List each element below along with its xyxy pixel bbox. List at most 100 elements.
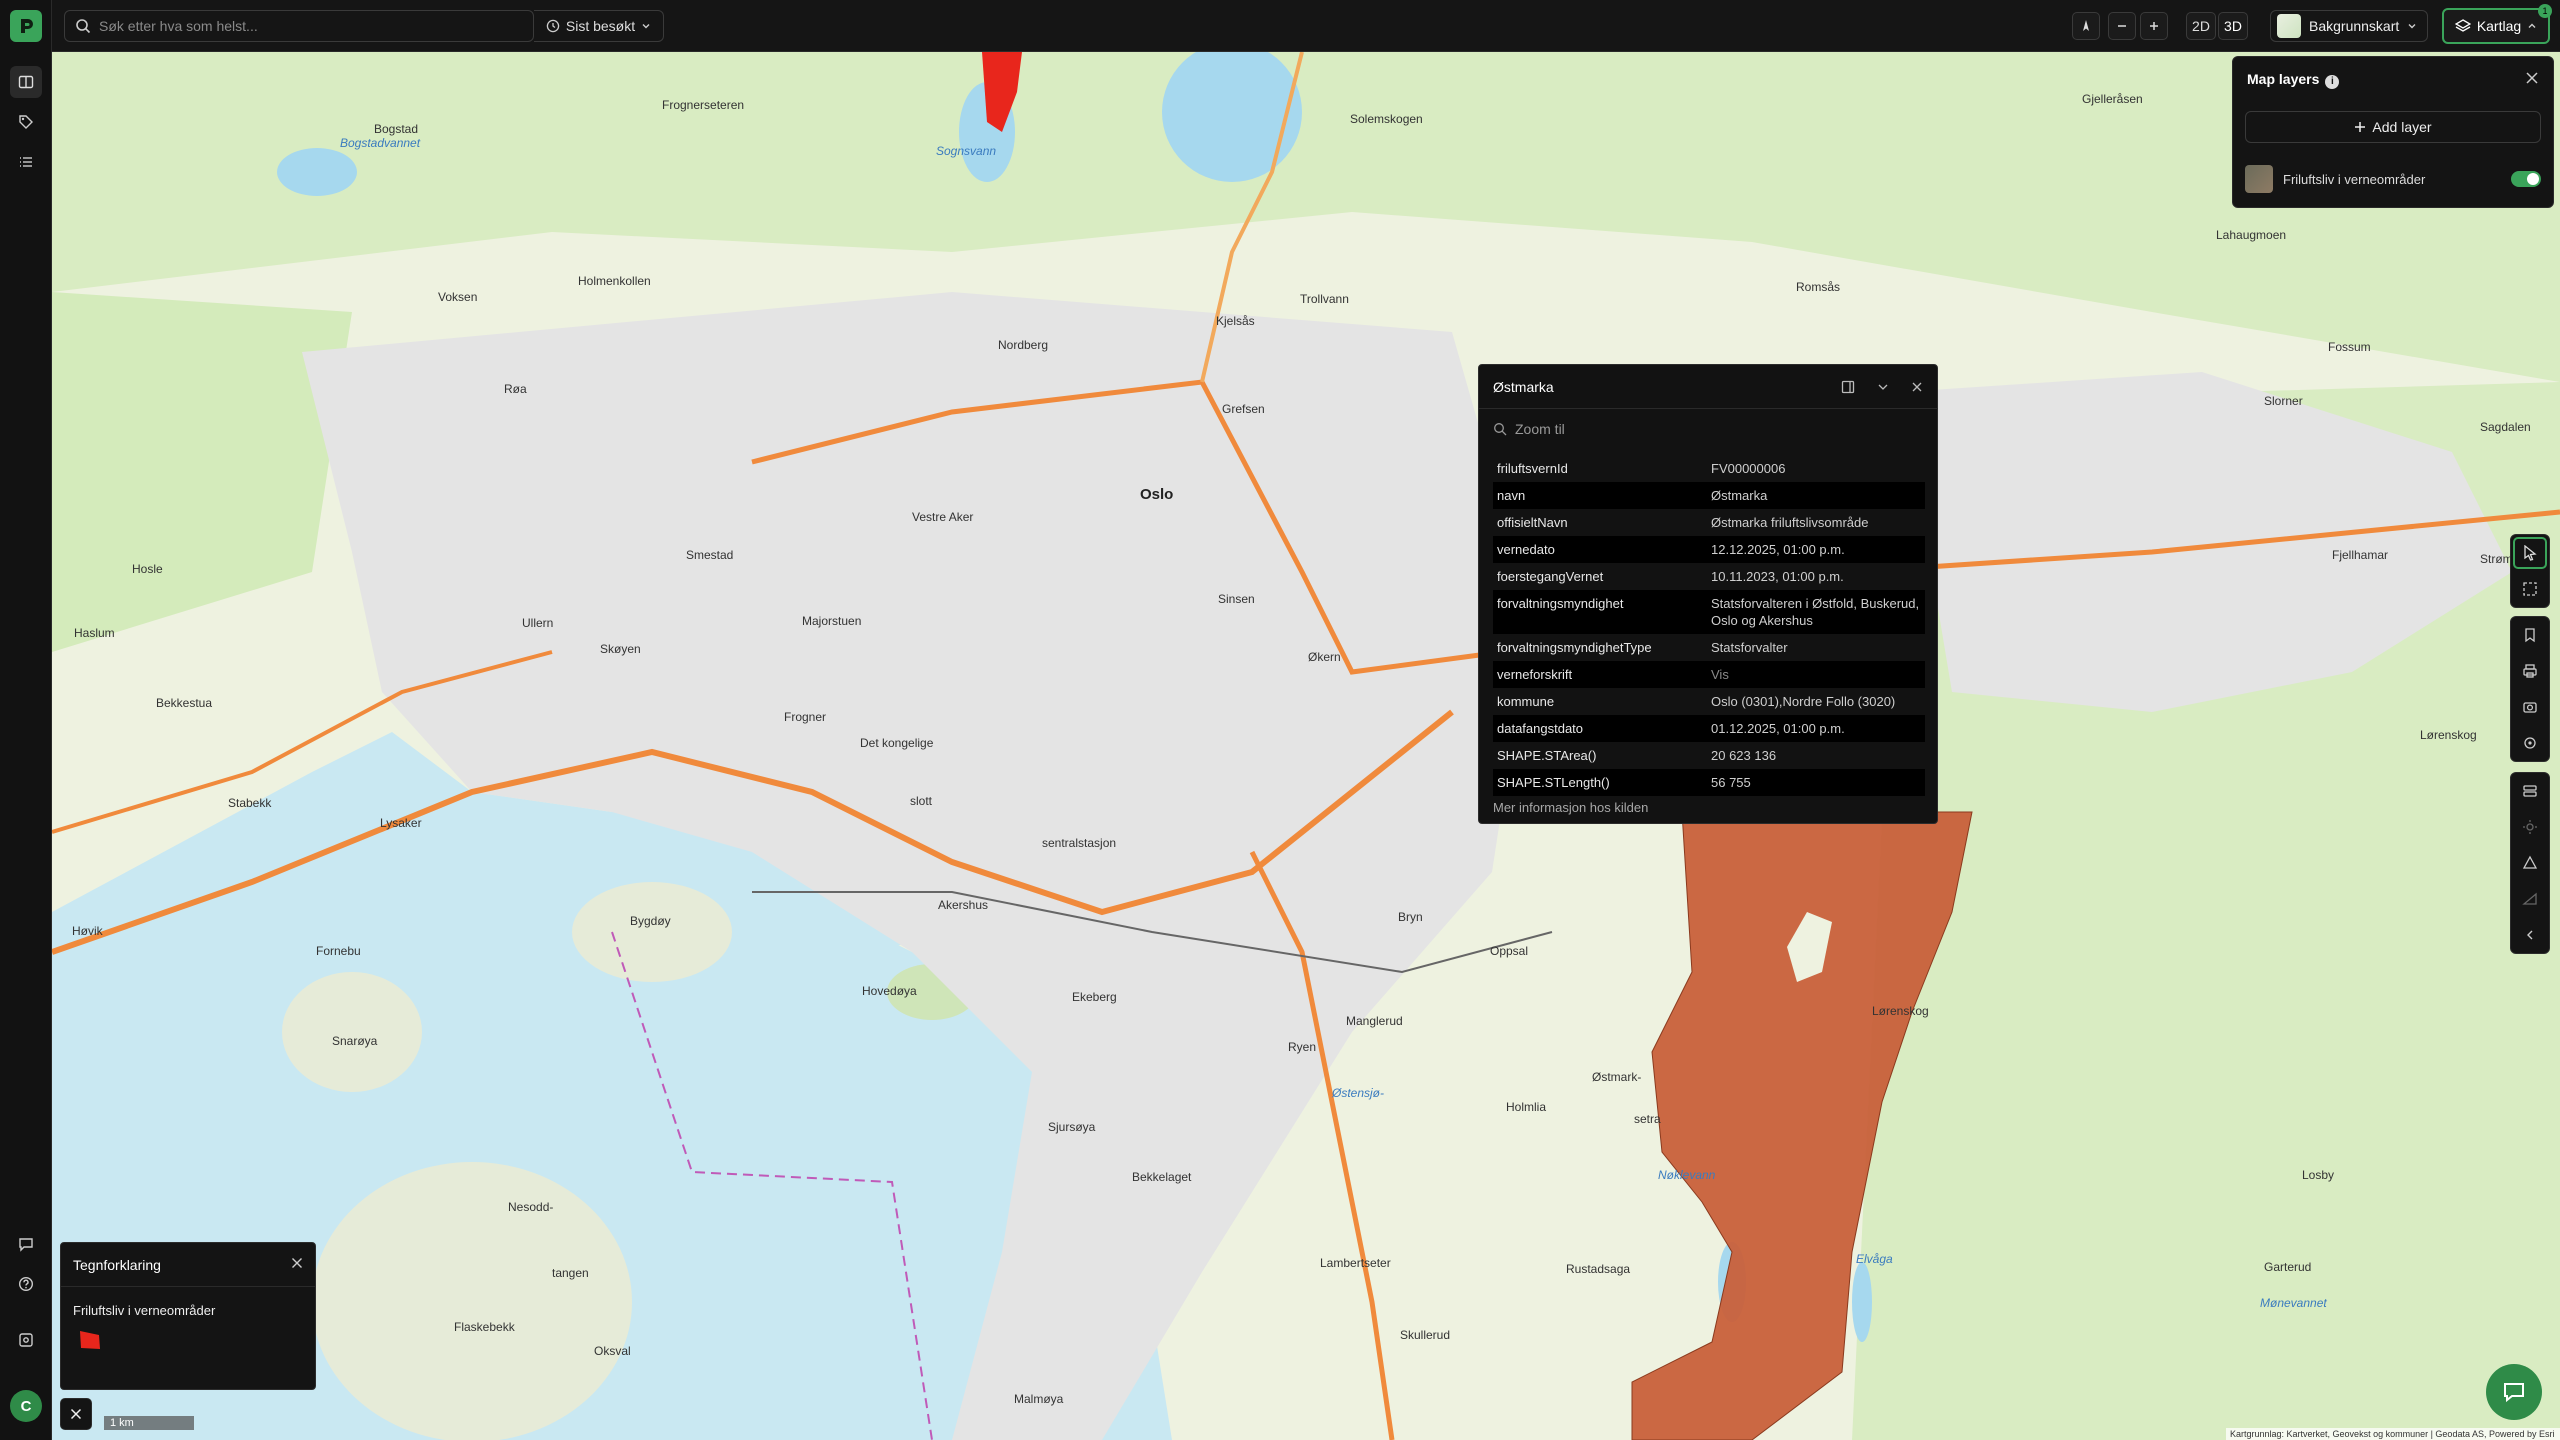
attribute-value: FV00000006 [1711,461,1786,476]
place-label: Oppsal [1490,944,1529,958]
elevation-profile-button[interactable] [2511,881,2549,917]
layers-panel-title: Map layers i [2247,71,2340,89]
place-label: Snarøya [332,1034,378,1048]
layers-count-badge: 1 [2538,4,2552,18]
chat-button[interactable] [2486,1364,2542,1420]
source-info-link[interactable]: Mer informasjon hos kilden [1479,796,1937,819]
layer-item[interactable]: Friluftsliv i verneområder [2245,163,2541,195]
collapse-tools-button[interactable] [2511,917,2549,953]
select-area-button[interactable] [2511,571,2549,607]
mode-3d-button[interactable]: 3D [2218,12,2248,40]
dock-icon[interactable] [1841,380,1855,394]
search-input[interactable] [99,18,519,34]
bookmark-button[interactable] [2511,617,2549,653]
info-icon[interactable]: i [2325,75,2340,89]
place-label: slott [910,794,933,808]
select-pointer-button[interactable] [2513,537,2547,569]
table-row: foerstegangVernet 10.11.2023, 01:00 p.m. [1493,563,1925,590]
feedback-button[interactable] [10,1228,42,1260]
user-avatar[interactable]: C [10,1390,42,1422]
table-row: forvaltningsmyndighet Statsforvalteren i … [1493,590,1925,634]
tags-button[interactable] [10,106,42,138]
add-layer-button[interactable]: Add layer [2245,111,2541,143]
attribute-key: kommune [1497,694,1555,709]
place-label: Fornebu [316,944,361,958]
place-label: Nesodd- [508,1200,554,1214]
island-bygdoy [572,882,732,982]
map-view-button[interactable] [10,66,42,98]
settings-button[interactable] [10,1324,42,1356]
layers-icon [2454,19,2471,32]
attribute-value: 12.12.2025, 01:00 p.m. [1707,536,1925,563]
chevron-down-icon[interactable] [1877,380,1889,394]
box-select-icon [2523,582,2537,596]
bookmark-icon [2525,628,2535,643]
close-icon [70,1408,82,1420]
place-label: Lørenskog [2420,728,2477,742]
place-label: Hovedøya [862,984,917,998]
attribute-key: SHAPE.STLength() [1493,769,1707,796]
stack-icon [2523,785,2537,797]
place-label: Malmøya [1014,1392,1064,1406]
layers-panel-title-text: Map layers [2247,71,2320,87]
place-label: Stabekk [228,796,272,810]
daylight-button[interactable] [2511,809,2549,845]
close-legend-button[interactable] [291,1256,303,1274]
help-button[interactable] [10,1268,42,1300]
place-label: setra [1634,1112,1661,1126]
list-button[interactable] [10,146,42,178]
regulation-link[interactable]: Vis [1707,661,1925,688]
locate-button[interactable] [2511,725,2549,761]
basemap-dropdown[interactable]: Bakgrunnskart [2270,10,2428,42]
close-icon[interactable] [1911,380,1923,394]
attribute-key: vernedato [1493,536,1707,563]
mode-2d-button[interactable]: 2D [2186,12,2216,40]
place-label: Holmlia [1506,1100,1547,1114]
left-rail: C [0,0,52,1440]
measure-button[interactable] [2511,845,2549,881]
place-label: Det kongelige [860,736,934,750]
zoom-to-button[interactable]: Zoom til [1479,409,1937,449]
help-circle-icon [18,1276,34,1292]
attribute-key: offisieltNavn [1497,515,1568,530]
layers-button[interactable]: Kartlag 1 [2442,4,2552,44]
place-label: Solemskogen [1350,112,1423,126]
book-open-icon [18,75,34,89]
attribute-value: 56 755 [1707,769,1925,796]
place-label: Fjellhamar [2332,548,2389,562]
zoom-to-label: Zoom til [1515,421,1565,437]
screenshot-button[interactable] [2511,689,2549,725]
chevron-down-icon [642,24,650,29]
zoom-search-icon [1494,423,1507,436]
print-button[interactable] [2511,653,2549,689]
close-icon [292,1257,302,1268]
layer-name: Friluftsliv i verneområder [2283,171,2426,187]
north-arrow-button[interactable] [2072,12,2100,40]
printer-icon [2523,664,2537,678]
place-label: Garterud [2264,1260,2312,1274]
sun-icon [2523,820,2537,834]
legend-toggle-button[interactable] [60,1398,92,1430]
table-row: SHAPE.STLength() 56 755 [1493,769,1925,796]
map-canvas[interactable]: Oslo Vestre Aker Frogner Det kongelige s… [52,52,2560,1440]
place-label: Frogner [784,710,827,724]
place-label: Lysaker [380,816,422,830]
place-label: Elvåga [1856,1252,1893,1266]
recent-dropdown[interactable]: Sist besøkt [534,10,664,42]
place-label: tangen [552,1266,589,1280]
legend-panel: Tegnforklaring Friluftsliv i verneområde… [60,1242,316,1390]
place-label: Sjursøya [1048,1120,1096,1134]
zoom-out-button[interactable] [2108,12,2136,40]
place-label: Akershus [938,898,989,912]
zoom-in-button[interactable] [2140,12,2168,40]
attribute-key: navn [1493,482,1707,509]
place-label: Smestad [686,548,734,562]
app-logo[interactable] [10,10,42,42]
layer-tool-button[interactable] [2511,773,2549,809]
attribute-value: Statsforvalter [1711,640,1788,655]
place-label: Frognerseteren [662,98,745,112]
place-label: Mønevannet [2260,1296,2327,1310]
layer-visibility-toggle[interactable] [2511,171,2541,187]
table-row: friluftsvernId FV00000006 [1493,455,1925,482]
close-layers-panel-button[interactable] [2525,69,2539,90]
